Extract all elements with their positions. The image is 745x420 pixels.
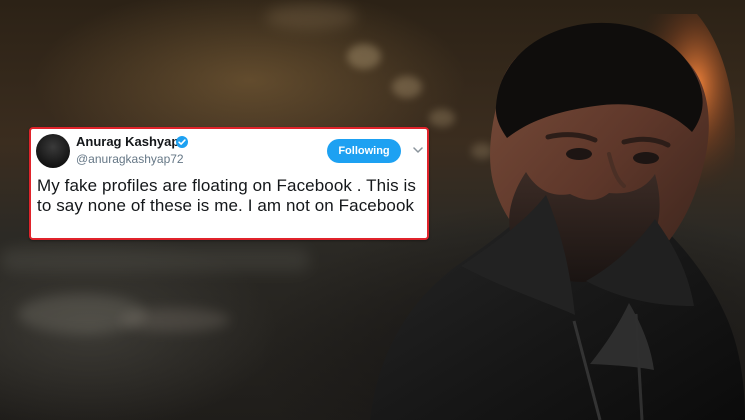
background-light (265, 4, 357, 30)
tweet-card: Anurag Kashyap @anuragkashyap72 Followin… (29, 127, 429, 240)
background-light (0, 248, 310, 272)
verified-icon (176, 136, 188, 148)
display-name[interactable]: Anurag Kashyap (76, 134, 179, 150)
following-button[interactable]: Following (327, 139, 401, 163)
user-handle[interactable]: @anuragkashyap72 (76, 152, 184, 166)
background-light (120, 308, 230, 332)
avatar[interactable] (36, 134, 70, 168)
tweet-text: My fake profiles are floating on Faceboo… (37, 176, 416, 215)
chevron-down-icon[interactable] (413, 145, 423, 155)
